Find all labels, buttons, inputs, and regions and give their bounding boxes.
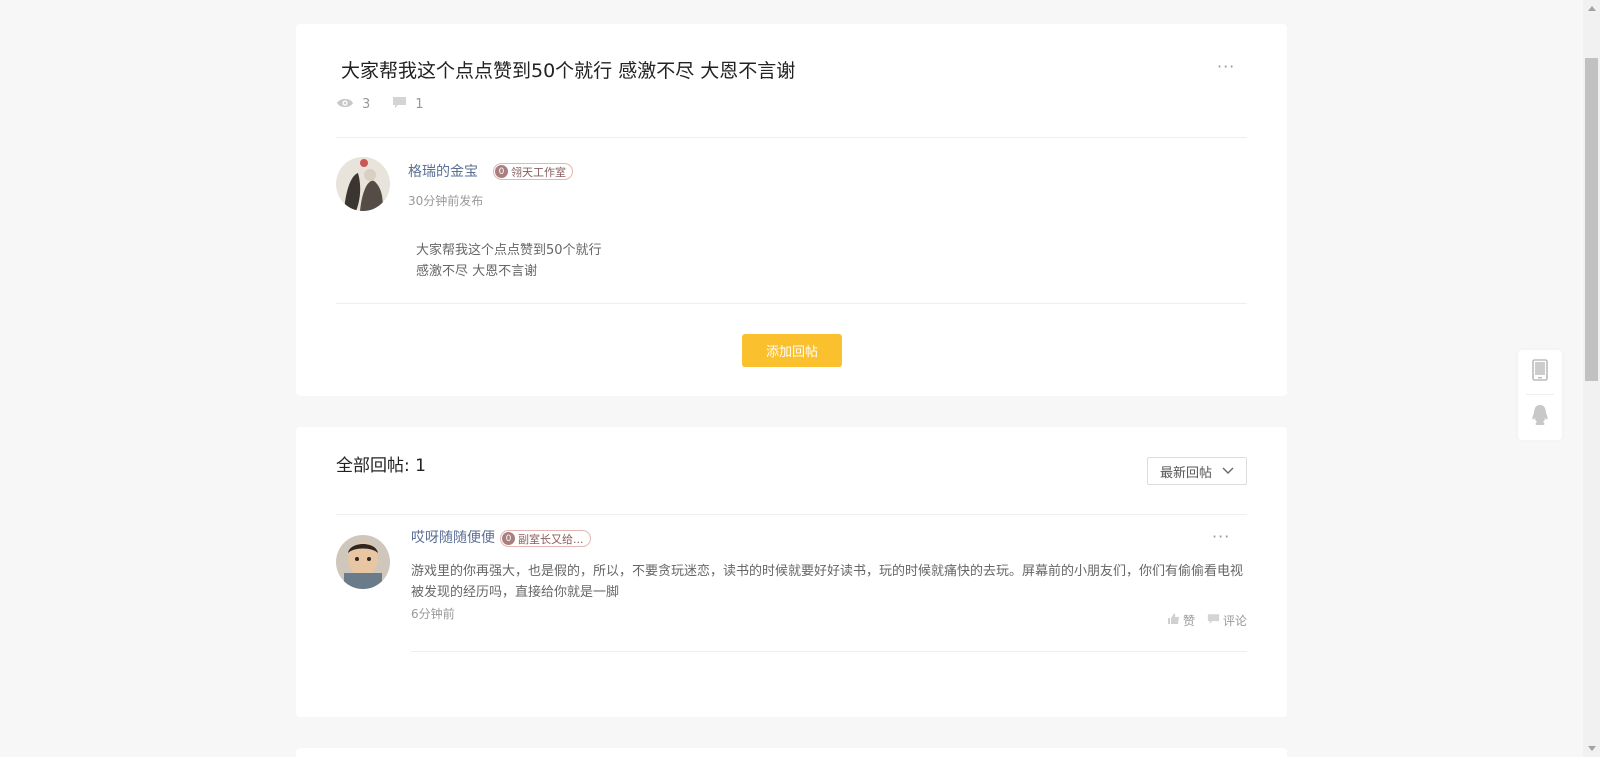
qq-icon: [1531, 404, 1549, 430]
phone-icon: [1532, 359, 1548, 385]
add-reply-button[interactable]: 添加回帖: [742, 334, 842, 367]
badge-level: 0: [502, 532, 515, 545]
reply-actions: 赞 评论: [1167, 612, 1247, 629]
chevron-down-icon: [1222, 464, 1234, 479]
badge-level: 0: [495, 165, 508, 178]
divider: [336, 514, 1247, 515]
comment-label: 评论: [1222, 614, 1247, 628]
like-button[interactable]: 赞: [1167, 612, 1195, 629]
divider: [336, 137, 1247, 138]
comment-icon: [392, 96, 407, 113]
next-card: [296, 748, 1287, 757]
sort-select[interactable]: 最新回帖: [1147, 457, 1247, 485]
post-more-menu[interactable]: ···: [1217, 59, 1235, 75]
reply-author-badge: 0 副室长又给...: [500, 530, 591, 547]
post-body-line: 大家帮我这个点点赞到50个就行: [416, 243, 602, 258]
replies-card: 全部回帖: 1 最新回帖 哎呀随随便便 0 副室长又给... ··· 游戏里的你…: [296, 427, 1287, 717]
reply-avatar[interactable]: [336, 535, 390, 589]
scroll-up-icon[interactable]: [1583, 0, 1600, 17]
reply-more-menu[interactable]: ···: [1212, 529, 1230, 545]
thumb-up-icon: [1167, 613, 1180, 628]
post-stats: 3 1: [336, 96, 438, 113]
replies-count-title: 全部回帖: 1: [336, 456, 426, 476]
eye-icon: [336, 97, 354, 113]
reply-author-name[interactable]: 哎呀随随便便: [411, 527, 495, 547]
comment-icon: [1207, 613, 1220, 628]
views-stat: 3: [336, 97, 370, 113]
comment-count: 1: [415, 97, 424, 112]
reply-time: 6分钟前: [411, 607, 455, 621]
view-count: 3: [362, 97, 371, 112]
sort-label: 最新回帖: [1160, 465, 1213, 481]
badge-text: 副室长又给...: [518, 532, 584, 546]
badge-text: 翎天工作室: [511, 165, 566, 179]
author-avatar[interactable]: [336, 157, 390, 211]
post-body-line: 感激不尽 大恩不言谢: [416, 264, 538, 279]
author-name[interactable]: 格瑞的金宝: [408, 161, 478, 181]
side-toolbar: [1518, 350, 1562, 440]
qq-tool-button[interactable]: [1518, 395, 1562, 439]
page-scrollbar[interactable]: [1583, 0, 1600, 757]
divider: [411, 651, 1247, 652]
like-label: 赞: [1182, 614, 1195, 628]
post-card: 大家帮我这个点点赞到50个就行 感激不尽 大恩不言谢 ··· 3 1 格瑞的金宝…: [296, 24, 1287, 396]
scroll-down-icon[interactable]: [1583, 740, 1600, 757]
scroll-thumb[interactable]: [1585, 58, 1598, 381]
comments-stat: 1: [392, 96, 424, 113]
post-time: 30分钟前发布: [408, 194, 484, 208]
comment-button[interactable]: 评论: [1207, 612, 1247, 629]
post-title: 大家帮我这个点点赞到50个就行 感激不尽 大恩不言谢: [341, 60, 796, 82]
post-body: 大家帮我这个点点赞到50个就行 感激不尽 大恩不言谢: [416, 240, 602, 282]
mobile-tool-button[interactable]: [1518, 350, 1562, 394]
reply-text: 游戏里的你再强大，也是假的，所以，不要贪玩迷恋，读书的时候就要好好读书，玩的时候…: [411, 564, 1244, 600]
divider: [336, 303, 1247, 304]
author-badge: 0 翎天工作室: [493, 163, 573, 180]
